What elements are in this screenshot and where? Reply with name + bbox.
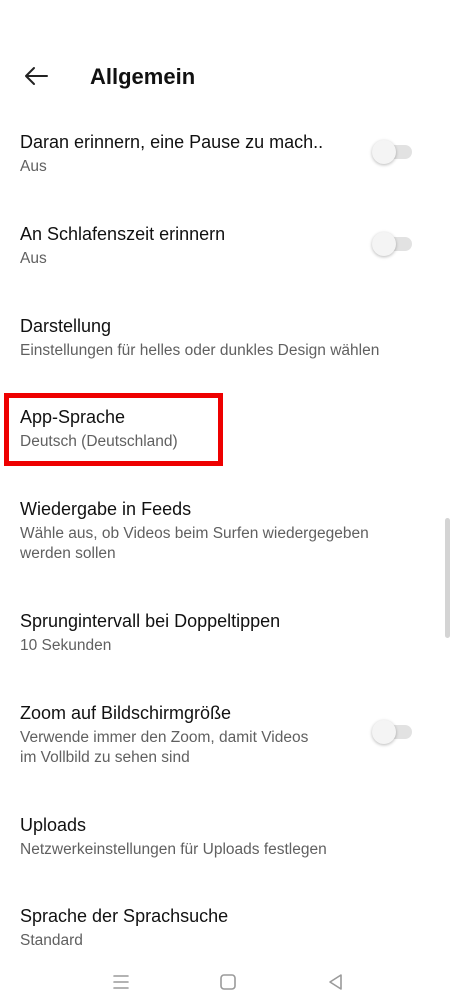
setting-subtitle-line: Wähle aus, ob Videos beim Surfen wiederg…: [20, 525, 369, 542]
setting-subtitle: Aus: [20, 158, 47, 175]
setting-subtitle: Deutsch (Deutschland): [20, 433, 178, 450]
pause-reminder-toggle[interactable]: [372, 140, 414, 164]
home-button[interactable]: [212, 968, 244, 996]
page-title: Allgemein: [90, 64, 196, 89]
setting-pause-reminder[interactable]: Daran erinnern, eine Pause zu mach.. Aus: [0, 128, 452, 182]
setting-title: App-Sprache: [20, 407, 126, 427]
recent-apps-button[interactable]: [105, 968, 137, 996]
setting-title: Uploads: [20, 815, 87, 835]
home-square-icon: [220, 974, 236, 990]
setting-bedtime-reminder[interactable]: An Schlafenszeit erinnern Aus: [0, 220, 452, 274]
setting-subtitle: Einstellungen für helles oder dunkles De…: [20, 342, 380, 359]
bedtime-reminder-toggle[interactable]: [372, 232, 414, 256]
setting-title: An Schlafenszeit erinnern: [20, 224, 226, 244]
setting-subtitle: 10 Sekunden: [20, 637, 112, 654]
setting-subtitle-line: im Vollbild zu sehen sind: [20, 749, 190, 766]
system-back-button[interactable]: [320, 968, 352, 996]
toggle-thumb: [372, 720, 396, 744]
scrollbar[interactable]: [445, 518, 450, 638]
app-header: Allgemein: [0, 0, 452, 120]
system-navigation-bar: [0, 960, 452, 1008]
setting-zoom-to-fill[interactable]: Zoom auf Bildschirmgröße Verwende immer …: [0, 699, 452, 773]
setting-title: Wiedergabe in Feeds: [20, 499, 192, 519]
setting-voice-search-language[interactable]: Sprache der Sprachsuche Standard: [0, 902, 452, 956]
setting-subtitle: Standard: [20, 932, 83, 949]
setting-title: Daran erinnern, eine Pause zu mach..: [20, 132, 324, 152]
arrow-left-icon: [25, 67, 48, 85]
setting-title: Darstellung: [20, 316, 112, 336]
back-triangle-icon: [329, 974, 342, 990]
setting-appearance[interactable]: Darstellung Einstellungen für helles ode…: [0, 312, 452, 366]
setting-subtitle-line: werden sollen: [20, 545, 116, 562]
menu-icon: [113, 975, 129, 989]
toggle-thumb: [372, 140, 396, 164]
back-button[interactable]: [18, 58, 54, 94]
toggle-thumb: [372, 232, 396, 256]
setting-subtitle-line: Verwende immer den Zoom, damit Videos: [20, 729, 309, 746]
setting-title: Zoom auf Bildschirmgröße: [20, 703, 232, 723]
setting-subtitle: Netzwerkeinstellungen für Uploads festle…: [20, 841, 327, 858]
setting-uploads[interactable]: Uploads Netzwerkeinstellungen für Upload…: [0, 811, 452, 865]
zoom-toggle[interactable]: [372, 720, 414, 744]
setting-feed-playback[interactable]: Wiedergabe in Feeds Wähle aus, ob Videos…: [0, 495, 452, 569]
setting-app-language[interactable]: App-Sprache Deutsch (Deutschland): [0, 403, 452, 457]
setting-subtitle: Aus: [20, 250, 47, 267]
setting-title: Sprungintervall bei Doppeltippen: [20, 611, 281, 631]
setting-title: Sprache der Sprachsuche: [20, 906, 229, 926]
setting-double-tap-seek[interactable]: Sprungintervall bei Doppeltippen 10 Seku…: [0, 607, 452, 661]
